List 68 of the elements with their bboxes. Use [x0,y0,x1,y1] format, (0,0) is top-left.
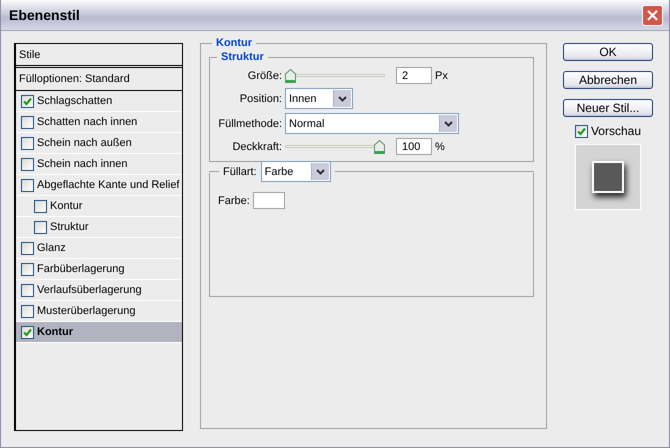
field-label: Größe: [246,70,282,82]
list-item[interactable]: Schein nach außen [16,133,182,154]
checkbox[interactable] [21,136,34,150]
checkbox[interactable] [21,116,34,128]
checkbox[interactable] [21,158,34,170]
list-item[interactable]: Verlaufsüberlagerung [16,280,182,301]
dialog-button[interactable]: Neuer Stil... [563,99,653,117]
slider-track[interactable] [285,68,385,82]
preview-thumbnail [575,144,641,210]
checkbox[interactable] [21,304,34,318]
list-item[interactable]: Struktur [16,217,182,238]
chevron-down-icon [338,96,347,102]
list-item[interactable]: Kontur [16,196,182,217]
chevron-down-icon [316,168,325,174]
list-item[interactable]: Glanz [16,238,182,259]
checkbox-label: Kontur [37,326,74,338]
list-item[interactable]: Farbüberlagerung [16,259,182,280]
dropdown[interactable]: Farbe [260,161,331,182]
checkbox-label: Glanz [37,242,66,254]
field-label: Deckkraft: [231,140,282,152]
slider-track[interactable] [285,140,385,154]
list-item[interactable]: Kontur [16,322,182,343]
checkbox-label: Kontur [50,200,82,212]
chevron-down-icon [444,120,453,126]
checkbox-label: Schlagschatten [37,95,112,107]
number-field[interactable]: 100 [396,138,432,155]
checkbox[interactable] [21,262,34,276]
window-title: Ebenenstil [9,7,80,23]
dialog-button[interactable]: Abbrechen [563,71,653,89]
slider-thumb[interactable] [285,68,296,82]
checkbox-label: Verlaufsüberlagerung [37,284,142,296]
checkbox-label: Farbüberlagerung [37,263,124,275]
dropdown[interactable]: Innen [285,88,353,109]
list-item[interactable]: Schlagschatten [16,91,182,112]
number-field[interactable]: 2 [396,67,432,84]
list-item[interactable]: Schatten nach innen [16,112,182,133]
dropdown[interactable]: Normal [285,113,459,134]
list-item[interactable]: Schein nach innen [16,154,182,175]
list-item[interactable]: Fülloptionen: Standard [16,68,182,91]
checkbox[interactable] [34,200,47,212]
checkbox[interactable] [574,124,588,138]
list-item[interactable]: Abgeflachte Kante und Relief [16,175,182,196]
checkbox-label: Schein nach außen [37,137,132,149]
field-label: Füllmethode: [217,118,282,130]
checkbox[interactable] [34,220,47,234]
unit-label: % [435,140,445,152]
checkbox[interactable] [21,178,34,192]
group-title: Kontur [216,37,252,49]
checkbox-label: Schein nach innen [37,158,128,170]
checkbox[interactable] [21,242,34,254]
field-label: Füllart: [223,166,257,178]
slider-thumb[interactable] [374,140,385,154]
field-label: Farbe: [218,194,250,206]
checkbox[interactable] [21,326,34,338]
unit-label: Px [435,70,448,82]
dialog-button[interactable]: OK [563,43,653,61]
checkbox-label: Musterüberlagerung [37,305,136,317]
group-title: Struktur [221,51,264,63]
list-header: Stile [19,48,40,60]
checkbox-label: Struktur [50,221,89,233]
checkbox-label: Schatten nach innen [37,116,138,128]
checkbox-label: Abgeflachte Kante und Relief [37,179,180,191]
checkbox[interactable] [21,94,34,108]
checkbox[interactable] [21,284,34,296]
checkbox-label: Vorschau [590,124,642,138]
field-label: Position: [238,92,282,104]
close-button[interactable]: × [642,4,663,26]
color-swatch[interactable] [252,192,285,209]
